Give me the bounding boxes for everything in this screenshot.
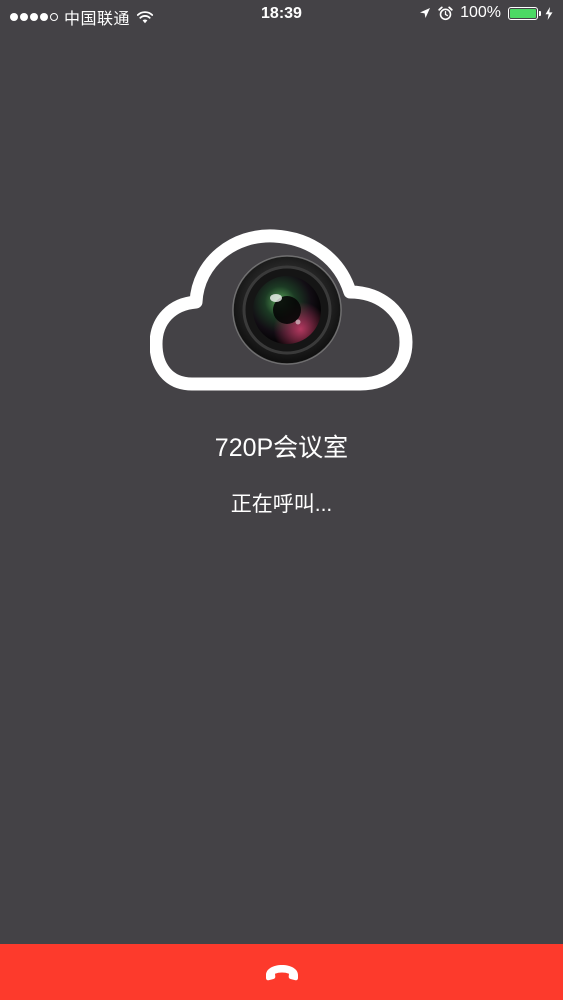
battery-level-fill (510, 8, 536, 18)
cloud-camera-icon (149, 218, 413, 393)
room-name: 720P会议室 (214, 434, 349, 462)
phone-hangup-icon (265, 965, 298, 981)
call-screen: 中国联通 18:39 100% 720P会议室 正在呼叫... (0, 0, 563, 1000)
status-bar: 中国联通 18:39 100% (0, 0, 563, 30)
hangup-button[interactable] (0, 944, 563, 1000)
location-arrow-icon (420, 8, 431, 18)
call-status-text: 正在呼叫... (230, 493, 333, 516)
battery-percent: 100% (460, 4, 501, 21)
status-right: 100% (419, 4, 553, 22)
battery-icon (508, 6, 541, 20)
charging-bolt-icon (545, 6, 553, 20)
alarm-icon (438, 6, 453, 20)
